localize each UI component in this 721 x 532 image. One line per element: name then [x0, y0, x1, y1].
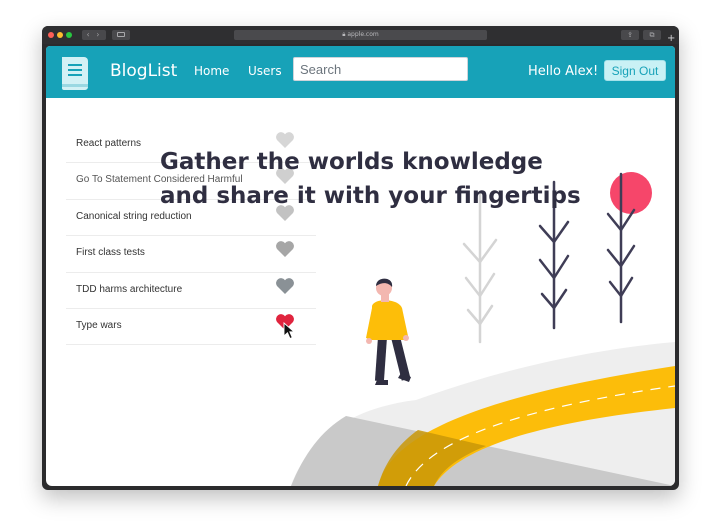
sign-out-button[interactable]: Sign Out — [604, 60, 666, 81]
minimize-window-button[interactable] — [57, 32, 63, 38]
nav-link-home[interactable]: Home — [194, 63, 229, 79]
tabs-overview-icon[interactable]: ⧉ — [643, 30, 661, 40]
sun — [610, 172, 652, 214]
maximize-window-button[interactable] — [66, 32, 72, 38]
sidebar-toggle-icon[interactable] — [112, 30, 130, 40]
close-window-button[interactable] — [48, 32, 54, 38]
browser-toolbar: ‹ › 🔒︎ apple.com ⇪ ⧉ + — [42, 26, 679, 44]
address-text: apple.com — [347, 31, 379, 38]
hill-back — [291, 342, 675, 486]
nav-link-users[interactable]: Users — [248, 63, 282, 79]
hero-line-1: Gather the worlds knowledge — [160, 149, 543, 175]
blog-title-link[interactable]: First class tests — [76, 247, 145, 258]
mouse-cursor-icon — [283, 321, 295, 340]
road-center-line — [405, 385, 675, 486]
hero-heading: Gather the worlds knowledge and share it… — [160, 145, 600, 213]
blog-title-link[interactable]: TDD harms architecture — [76, 284, 182, 295]
new-tab-icon[interactable]: + — [667, 34, 675, 44]
blog-title-link[interactable]: Type wars — [76, 320, 122, 331]
heart-icon[interactable] — [275, 240, 295, 258]
list-item: Type wars — [66, 309, 316, 346]
brand-title[interactable]: BlogList — [110, 60, 177, 82]
blog-title-link[interactable]: React patterns — [76, 138, 141, 149]
road-shadow — [378, 430, 486, 486]
browser-window: ‹ › 🔒︎ apple.com ⇪ ⧉ + BlogList Home Use… — [42, 26, 679, 490]
hero-line-2: and share it with your fingertips — [160, 183, 581, 209]
lock-icon: 🔒︎ — [342, 31, 346, 38]
person-figure — [366, 278, 411, 385]
address-bar[interactable]: 🔒︎ apple.com — [234, 30, 487, 40]
tree-dark-right — [606, 172, 636, 324]
list-item: First class tests — [66, 236, 316, 273]
back-forward-icon[interactable]: ‹ › — [82, 30, 106, 40]
road — [378, 366, 675, 486]
book-icon[interactable] — [60, 55, 92, 91]
user-greeting: Hello Alex! — [528, 64, 599, 79]
share-icon[interactable]: ⇪ — [621, 30, 639, 40]
page-viewport: BlogList Home Users Hello Alex! Sign Out… — [46, 46, 675, 486]
list-item: TDD harms architecture — [66, 273, 316, 309]
search-input[interactable] — [293, 57, 468, 81]
tree-light — [462, 192, 498, 344]
navbar: BlogList Home Users Hello Alex! Sign Out — [46, 46, 675, 98]
hill-front — [291, 416, 675, 486]
heart-icon[interactable] — [275, 277, 295, 295]
